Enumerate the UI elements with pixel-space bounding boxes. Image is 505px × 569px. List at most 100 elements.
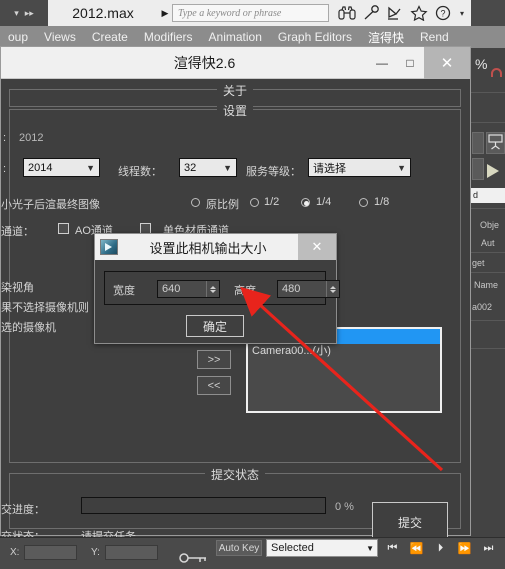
go-to-end-icon[interactable]: ⏭ xyxy=(478,539,499,557)
star-icon[interactable] xyxy=(409,3,429,23)
panel-divider xyxy=(471,92,505,93)
list-item[interactable]: Camera00...(小) xyxy=(248,344,440,359)
wrench-icon[interactable] xyxy=(361,3,381,23)
spinner-buttons[interactable] xyxy=(206,281,219,297)
height-spinner[interactable]: 480 xyxy=(277,280,340,298)
topbar-right-filler xyxy=(471,0,505,26)
plugin-title-bar[interactable]: 渲得快2.6 — □ ✕ xyxy=(1,46,470,79)
chevron-down-icon[interactable]: ▼ xyxy=(86,163,99,173)
menu-item-graph-editors[interactable]: Graph Editors xyxy=(270,30,360,44)
threads-combo[interactable]: 32 ▼ xyxy=(179,158,237,177)
width-label: 宽度 xyxy=(113,285,135,297)
menu-item-rendering[interactable]: Rend xyxy=(412,30,457,44)
selection-set-value: Selected xyxy=(271,542,314,554)
radio-label-eighth: 1/8 xyxy=(374,196,390,208)
menu-item-create[interactable]: Create xyxy=(84,30,136,44)
app-icon xyxy=(100,239,118,255)
next-frame-icon[interactable]: ⏩ xyxy=(454,539,475,557)
max-command-panel: % d Obje Aut get Name a002 xyxy=(471,48,505,545)
close-icon[interactable]: ✕ xyxy=(298,234,336,260)
play-icon[interactable]: ⏵ xyxy=(430,539,451,557)
radio-label-half: 1/2 xyxy=(264,196,280,208)
panel-divider xyxy=(471,272,505,273)
panel-label-auto: Aut xyxy=(481,238,495,248)
checkbox-ao-channel[interactable] xyxy=(58,223,69,234)
svg-text:?: ? xyxy=(440,9,445,19)
max-info-toolbar: ? ▾ xyxy=(333,0,471,26)
previous-frame-icon[interactable]: ⏪ xyxy=(406,539,427,557)
maximize-icon[interactable]: □ xyxy=(396,51,424,75)
chevron-down-icon[interactable]: ▼ xyxy=(366,544,377,553)
help-icon[interactable]: ? xyxy=(433,3,453,23)
close-icon[interactable]: ✕ xyxy=(424,46,470,79)
y-coordinate-field[interactable] xyxy=(105,545,158,560)
width-spinner[interactable]: 640 xyxy=(157,280,220,298)
max-version-combo[interactable]: 2014 ▼ xyxy=(23,158,100,177)
radio-ratio-eighth[interactable] xyxy=(359,198,368,207)
chevron-down-icon[interactable]: ▾ xyxy=(14,8,19,19)
radio-label-original: 原比例 xyxy=(206,199,239,211)
panel-divider xyxy=(471,122,505,123)
radio-label-quarter: 1/4 xyxy=(316,196,332,208)
camera-note-line-1: 染视角 xyxy=(1,282,34,294)
dialog-title-bar[interactable]: 设置此相机输出大小 ✕ xyxy=(95,234,336,260)
spinner-up-icon[interactable] xyxy=(210,285,216,289)
percent-snap-label: % xyxy=(475,56,488,72)
max-menu-bar: oup Views Create Modifiers Animation Gra… xyxy=(0,26,505,48)
panel-button[interactable] xyxy=(486,132,505,154)
y-coordinate-label: Y: xyxy=(91,547,100,558)
confirm-button[interactable]: 确定 xyxy=(186,315,244,337)
quick-access-left[interactable]: ▾ ▸▸ xyxy=(0,0,48,26)
radio-ratio-quarter[interactable] xyxy=(301,198,310,207)
menu-item-views[interactable]: Views xyxy=(36,30,84,44)
magnet-icon[interactable] xyxy=(491,68,502,77)
menu-item-group[interactable]: oup xyxy=(0,30,36,44)
go-to-start-icon[interactable]: ⏮ xyxy=(382,539,403,557)
screenshot-root: ▾ ▸▸ 2012.max ▶ Type a keyword or phrase xyxy=(0,0,505,569)
move-right-button[interactable]: >> xyxy=(197,350,231,369)
menu-item-animation[interactable]: Animation xyxy=(201,30,270,44)
progress-percent: 0 % xyxy=(335,501,354,513)
move-left-button[interactable]: << xyxy=(197,376,231,395)
service-level-value: 请选择 xyxy=(313,162,346,175)
camera-note-line-2: 果不选择摄像机则 xyxy=(1,302,89,314)
panel-label-name: Name xyxy=(474,280,499,290)
menu-item-xuandekuai[interactable]: 渲得快 xyxy=(360,29,412,46)
spinner-down-icon[interactable] xyxy=(210,289,216,293)
x-coordinate-field[interactable] xyxy=(24,545,77,560)
panel-divider xyxy=(471,208,505,209)
spinner-up-icon[interactable] xyxy=(330,285,336,289)
selection-set-combo[interactable]: Selected ▼ xyxy=(266,539,378,557)
triangle-right-icon[interactable]: ▶ xyxy=(158,3,172,23)
panel-button[interactable] xyxy=(472,158,484,180)
minimize-icon[interactable]: — xyxy=(368,51,396,75)
double-chevron-right-icon[interactable]: ▸▸ xyxy=(25,8,34,19)
file-name-label: 2012.max xyxy=(72,5,134,21)
binoculars-icon[interactable] xyxy=(337,3,357,23)
radio-ratio-half[interactable] xyxy=(250,198,259,207)
channel-label: 通道： xyxy=(1,226,34,238)
panel-button[interactable] xyxy=(472,132,484,154)
panel-divider xyxy=(471,252,505,253)
progress-bar xyxy=(81,497,326,514)
chevron-down-icon[interactable]: ▼ xyxy=(223,163,236,173)
satellite-dish-icon[interactable] xyxy=(385,3,405,23)
search-input[interactable]: Type a keyword or phrase xyxy=(172,4,329,22)
animation-transport-controls: ⏮ ⏪ ⏵ ⏩ ⏭ xyxy=(382,538,502,558)
auto-key-button[interactable]: Auto Key xyxy=(216,540,262,556)
panel-label-object: Obje xyxy=(480,220,500,230)
menu-item-modifiers[interactable]: Modifiers xyxy=(136,30,201,44)
camera-note-line-3: 选的摄像机 xyxy=(1,322,56,334)
service-level-label: 服务等级： xyxy=(246,166,301,178)
x-coordinate-label: X: xyxy=(10,547,20,558)
spinner-down-icon[interactable] xyxy=(330,289,336,293)
service-level-combo[interactable]: 请选择 ▼ xyxy=(308,158,411,177)
key-icon[interactable] xyxy=(178,551,210,565)
submit-button[interactable]: 提交 xyxy=(372,502,448,542)
size-fields-group: 宽度 640 高度 480 xyxy=(104,271,340,305)
chevron-down-icon[interactable]: ▾ xyxy=(457,3,467,23)
light-icon[interactable] xyxy=(487,164,499,178)
spinner-buttons[interactable] xyxy=(326,281,339,297)
chevron-down-icon[interactable]: ▼ xyxy=(397,163,410,173)
radio-ratio-original[interactable] xyxy=(191,198,200,207)
